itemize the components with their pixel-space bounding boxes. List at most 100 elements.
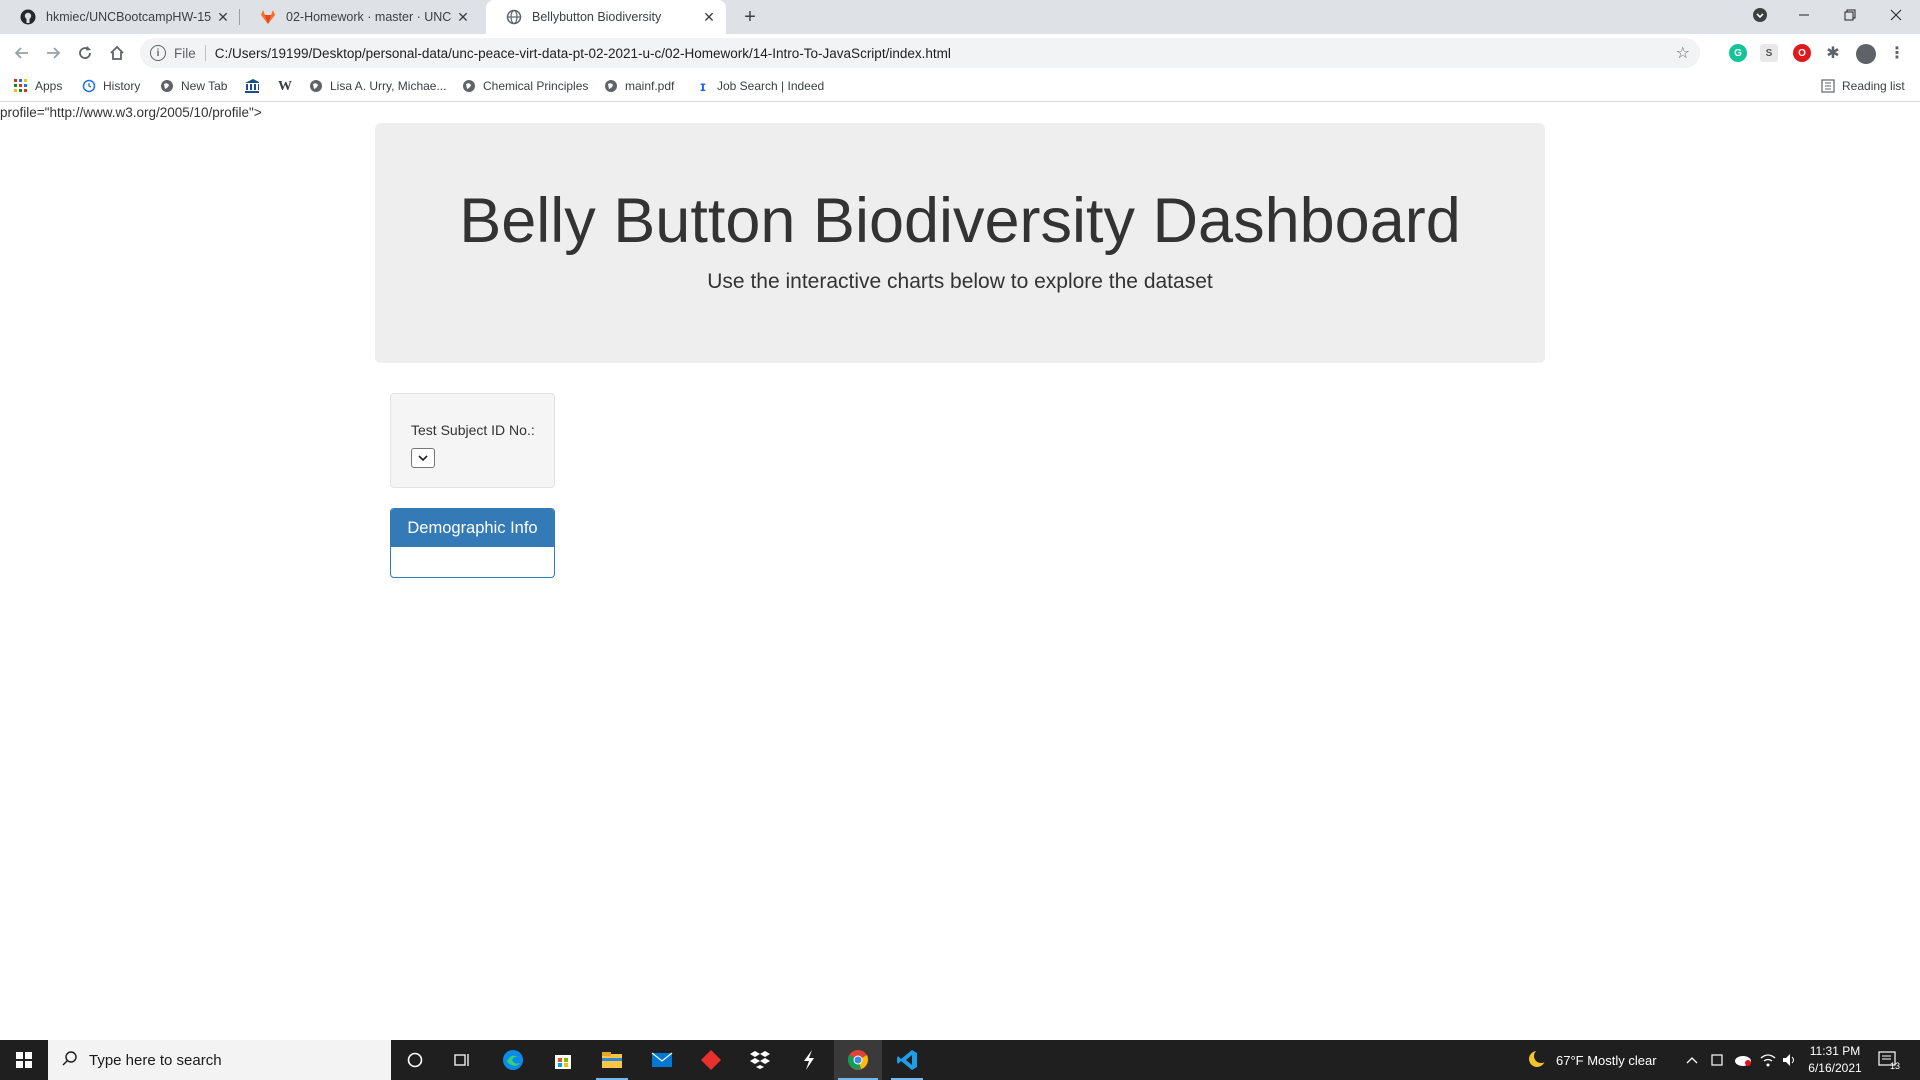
bookmark-apps[interactable]: Apps [14,79,62,93]
tab-title: Bellybutton Biodiversity [532,10,662,24]
bank-icon [245,79,259,93]
notification-center-icon[interactable]: 13 [1878,1040,1900,1080]
site-info-icon[interactable]: i [150,45,166,61]
globe-icon [462,79,476,93]
dropbox-icon[interactable] [736,1040,784,1080]
back-arrow-icon[interactable] [8,39,36,67]
bookmarks-bar: Apps History New Tab W Lisa A. Urry, Mic… [0,72,1920,102]
jumbotron-header: Belly Button Biodiversity Dashboard Use … [375,123,1545,363]
wifi-icon[interactable] [1760,1040,1776,1080]
globe-icon [506,9,522,25]
search-icon [62,1050,77,1070]
page-subtitle: Use the interactive charts below to expl… [707,270,1213,294]
tab-close-icon[interactable]: ✕ [452,6,474,28]
file-explorer-icon[interactable] [588,1040,636,1080]
scheme-label: File [174,45,196,61]
search-placeholder: Type here to search [89,1051,222,1069]
globe-icon [309,79,323,93]
stray-markup-text: profile="http://www.w3.org/2005/10/profi… [0,105,262,120]
onedrive-icon[interactable] [1734,1040,1752,1080]
bookmark-wikipedia[interactable]: W [278,79,292,95]
indeed-icon: ɪ [700,78,706,94]
taskbar-search-input[interactable]: Type here to search [48,1040,391,1080]
grammarly-icon[interactable]: G [1729,44,1747,62]
reading-list-label: Reading list [1842,79,1905,93]
globe-icon [604,79,618,93]
weather-text: 67°F Mostly clear [1556,1052,1657,1068]
bookmark-indeed[interactable]: ɪ Job Search | Indeed [696,78,825,94]
opera-icon[interactable]: O [1793,44,1811,62]
clock-time: 11:31 PM [1809,1044,1861,1058]
page-title: Belly Button Biodiversity Dashboard [459,186,1461,256]
address-bar[interactable]: i File C:/Users/19199/Desktop/personal-d… [140,38,1700,68]
github-icon [20,9,36,25]
selector-label: Test Subject ID No.: [411,422,535,438]
tray-chevron-up-icon[interactable] [1686,1040,1698,1080]
reading-list-icon [1821,79,1835,93]
lightning-app-icon[interactable] [785,1040,833,1080]
bookmark-star-icon[interactable]: ☆ [1676,43,1690,63]
wikipedia-icon: W [278,79,292,94]
restore-icon[interactable] [1827,0,1873,30]
task-view-icon[interactable] [439,1040,487,1080]
profile-avatar-icon[interactable] [1856,44,1876,64]
extensions-puzzle-icon[interactable]: ✱ [1824,44,1842,62]
edge-icon[interactable] [489,1040,537,1080]
bookmark-chemical-principles[interactable]: Chemical Principles [462,79,588,93]
panel-heading: Demographic Info [391,509,554,547]
tab-strip: hkmiec/UNCBootcampHW-15 ✕ 02-Homework · … [0,0,1920,34]
tab-gitlab[interactable]: 02-Homework · master · UNC-Ch ✕ [240,0,480,34]
apps-grid-icon [14,79,28,93]
weather-widget[interactable]: 67°F Mostly clear [1528,1040,1657,1080]
bookmark-bank[interactable] [245,79,266,93]
bookmark-label: mainf.pdf [625,79,675,93]
bookmark-label: Chemical Principles [483,79,589,93]
extension-s-icon[interactable]: S [1760,44,1778,62]
tab-search-icon[interactable] [1737,0,1783,30]
gitlab-icon [260,9,276,25]
bookmark-mainf-pdf[interactable]: mainf.pdf [604,79,674,93]
minimize-icon[interactable] [1781,0,1827,30]
browser-toolbar: i File C:/Users/19199/Desktop/personal-d… [0,34,1920,72]
volume-icon[interactable] [1782,1040,1798,1080]
forward-arrow-icon[interactable] [39,39,67,67]
vscode-icon[interactable] [883,1040,931,1080]
home-icon[interactable] [103,39,131,67]
subject-id-dropdown[interactable] [411,448,435,468]
tab-title: 02-Homework · master · UNC-Ch [286,10,452,24]
url-text[interactable]: C:/Users/19199/Desktop/personal-data/unc… [215,46,951,61]
tab-close-icon[interactable]: ✕ [698,6,720,28]
bookmark-label: Job Search | Indeed [717,79,825,93]
clock-date: 6/16/2021 [1808,1061,1862,1075]
bookmark-label: Lisa A. Urry, Michae... [330,79,447,93]
reload-icon[interactable] [71,39,99,67]
windows-taskbar: Type here to search 67°F Mostly clear 11… [0,1040,1920,1080]
globe-icon [160,79,174,93]
mail-icon[interactable] [638,1040,686,1080]
bookmark-history[interactable]: History [82,79,140,93]
windows-start-icon[interactable] [0,1040,48,1080]
cortana-icon[interactable] [391,1040,439,1080]
window-close-icon[interactable] [1873,0,1919,30]
menu-kebab-icon[interactable]: ⋮ [1888,44,1906,62]
bookmark-label: Apps [35,79,63,93]
reading-list-button[interactable]: Reading list [1821,79,1905,93]
tab-bellybutton[interactable]: Bellybutton Biodiversity ✕ [486,0,726,34]
notification-count: 13 [1890,1061,1901,1071]
new-tab-button[interactable]: + [738,5,762,29]
microsoft-store-icon[interactable] [539,1040,587,1080]
bookmark-new-tab[interactable]: New Tab [160,79,227,93]
system-clock[interactable]: 11:31 PM 6/16/2021 [1800,1043,1870,1077]
moon-icon [1528,1048,1548,1071]
red-diamond-app-icon[interactable] [687,1040,735,1080]
chevron-down-icon [418,449,428,467]
chrome-taskbar-icon[interactable] [834,1040,882,1080]
subject-selector-well: Test Subject ID No.: [390,393,555,488]
tab-close-icon[interactable]: ✕ [212,6,234,28]
tab-github[interactable]: hkmiec/UNCBootcampHW-15 ✕ [0,0,240,34]
tab-title: hkmiec/UNCBootcampHW-15 [46,10,212,24]
meet-now-icon[interactable] [1710,1040,1724,1080]
bookmark-label: History [103,79,141,93]
demographic-info-panel: Demographic Info [390,508,555,578]
bookmark-urry[interactable]: Lisa A. Urry, Michae... [309,79,446,93]
